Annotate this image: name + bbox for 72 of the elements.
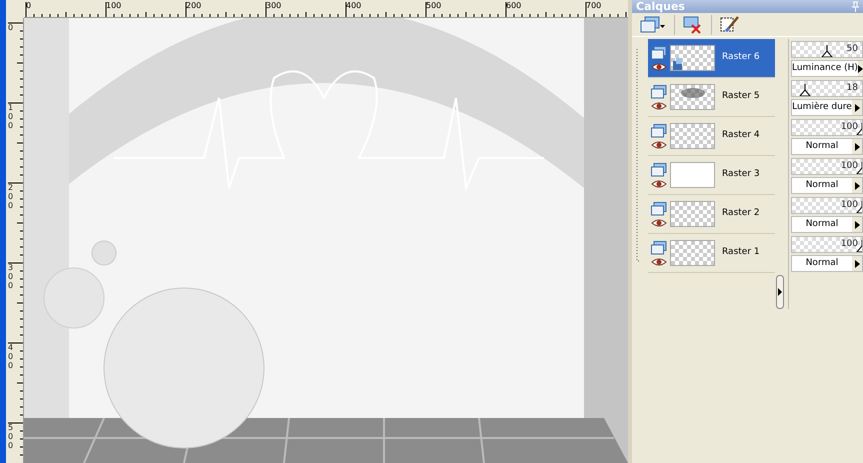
layer-name: Raster 6 [722,51,760,64]
ruler-label: 400 [346,2,362,10]
eye-icon[interactable] [651,180,667,188]
mask-brush-icon [720,14,740,34]
layer-thumbnail [670,201,715,227]
dropdown-arrow-icon [854,220,860,228]
ruler-label: 200 [8,184,14,210]
layer-thumbnail [670,240,715,266]
opacity-slider[interactable]: 18 [791,80,863,97]
ruler-label: 500 [426,2,442,10]
layer-thumbnail [670,84,715,110]
layer-name: Raster 3 [722,168,760,182]
layer-name: Raster 1 [722,246,760,260]
ruler-label: 300 [266,2,282,10]
opacity-value: 100 [840,238,858,251]
dropdown-arrow-icon [854,260,860,268]
layer-icon [640,16,666,34]
mask-button[interactable] [720,14,740,34]
ruler-label: 300 [8,264,14,290]
layer-icon[interactable] [651,46,667,60]
delete-layer-button[interactable] [683,16,703,34]
opacity-value: 100 [840,121,858,134]
layer-name: Raster 5 [722,90,760,104]
layer-row[interactable]: Raster 6 [648,39,775,78]
opacity-slider[interactable]: 100 [791,236,863,253]
opacity-value: 18 [846,82,858,95]
layer-icon[interactable] [651,162,667,176]
delete-layer-icon [683,16,703,34]
layer-icon[interactable] [651,124,667,138]
opacity-slider[interactable]: 100 [791,158,863,175]
dropdown-arrow-icon [854,142,860,150]
eye-icon[interactable] [651,258,667,266]
ruler-label: 400 [8,344,14,370]
layer-thumbnail [670,123,715,149]
ruler-label: 500 [8,424,14,450]
ruler-label: 700 [586,2,602,10]
layer-icon[interactable] [651,240,667,254]
blend-mode-dropdown[interactable]: Normal [791,138,863,155]
blend-mode-dropdown[interactable]: Lumière dure [791,99,863,116]
layer-name: Raster 4 [722,129,760,142]
ruler-label: 100 [106,2,122,10]
ruler-label: 0 [26,2,32,10]
eye-icon[interactable] [651,140,667,148]
opacity-value: 50 [846,43,858,56]
eye-icon[interactable] [651,102,667,110]
opacity-slider[interactable]: 50 [791,41,863,58]
layer-icon[interactable] [651,202,667,216]
layer-thumbnail [670,162,715,188]
new-layer-button[interactable] [640,16,666,34]
dropdown-arrow-icon [858,64,863,72]
opacity-slider[interactable]: 100 [791,119,863,136]
ruler-label: 0 [8,24,14,33]
layer-icon[interactable] [651,84,667,98]
layer-name: Raster 2 [722,207,760,220]
layer-thumbnail [670,45,715,71]
blend-mode-dropdown[interactable]: Normal [791,177,863,194]
blend-mode-dropdown[interactable]: Normal [791,216,863,233]
palette-title: Calques [636,0,685,13]
opacity-slider[interactable]: 100 [791,197,863,214]
dropdown-arrow-icon [854,104,860,112]
ruler-label: 200 [186,2,202,10]
slider-thumb[interactable] [798,84,811,96]
eye-icon[interactable] [651,218,667,226]
blend-mode-dropdown[interactable]: Normal [791,255,863,272]
opacity-value: 100 [840,199,858,212]
slider-thumb[interactable] [821,45,833,57]
eye-icon[interactable] [651,62,667,70]
blend-mode-dropdown[interactable]: Luminance (H) [791,60,863,77]
dropdown-arrow-icon [854,182,860,190]
ruler-label: 100 [8,104,14,130]
ruler-label: 600 [506,2,522,10]
opacity-value: 100 [840,160,858,173]
